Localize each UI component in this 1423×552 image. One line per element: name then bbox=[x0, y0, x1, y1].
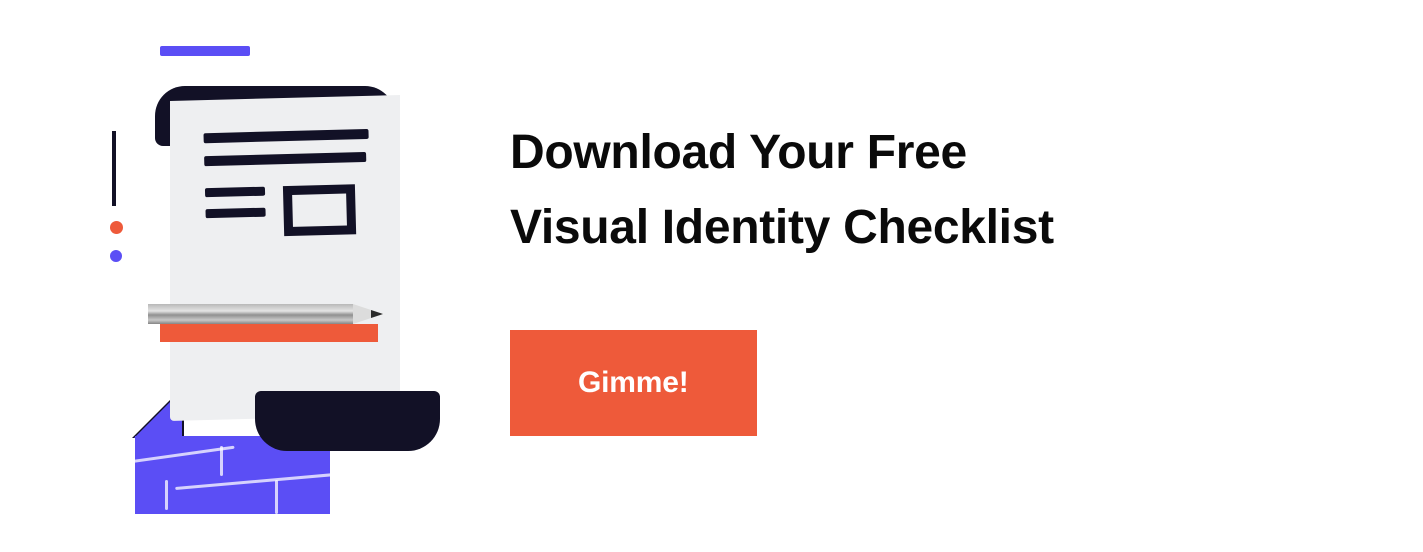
heading-line-2: Visual Identity Checklist bbox=[510, 201, 1054, 254]
accent-bar-icon bbox=[160, 46, 250, 56]
paper-content-lines-icon bbox=[203, 129, 376, 251]
banner-heading: Download Your Free Visual Identity Check… bbox=[510, 116, 1423, 265]
pencil-shadow-icon bbox=[160, 324, 378, 342]
checklist-illustration bbox=[60, 26, 440, 526]
banner-container: Download Your Free Visual Identity Check… bbox=[0, 26, 1423, 526]
purple-dot-icon bbox=[110, 250, 122, 262]
download-button[interactable]: Gimme! bbox=[510, 330, 757, 436]
banner-content: Download Your Free Visual Identity Check… bbox=[510, 116, 1423, 436]
paper-curl-bottom-icon bbox=[255, 391, 440, 451]
orange-dot-icon bbox=[110, 221, 123, 234]
pencil-icon bbox=[148, 304, 383, 324]
heading-line-1: Download Your Free bbox=[510, 126, 967, 179]
vertical-line-icon bbox=[112, 131, 116, 206]
